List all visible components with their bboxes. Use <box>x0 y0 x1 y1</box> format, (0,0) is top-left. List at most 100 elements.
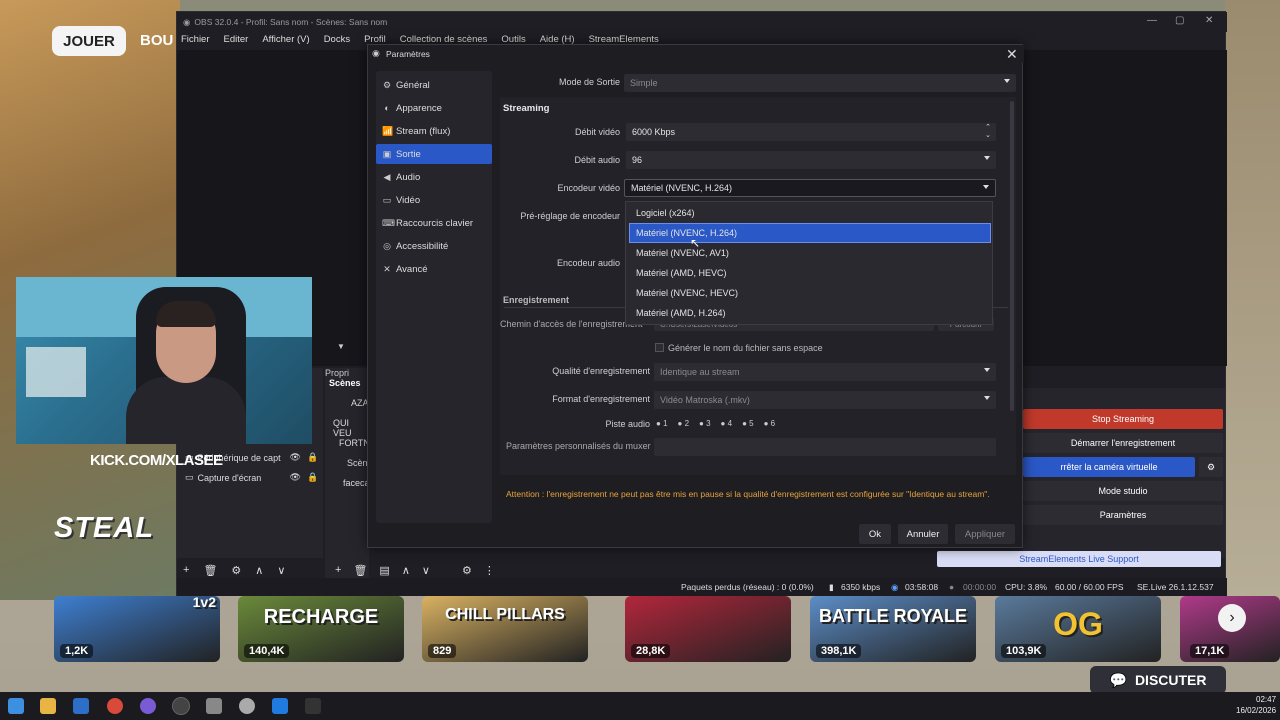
down-icon[interactable]: ∨ <box>422 564 430 577</box>
audio-bitrate-select[interactable]: 96 <box>626 151 996 169</box>
nav-video[interactable]: ▭ Vidéo <box>376 190 492 210</box>
game-tile[interactable]: BATTLE ROYALE 398,1K <box>810 596 976 662</box>
tile-title: OG <box>1053 606 1103 642</box>
play-button[interactable]: JOUER <box>52 26 126 56</box>
live-support-button[interactable]: StreamElements Live Support <box>937 551 1221 567</box>
menu-afficher[interactable]: Afficher (V) <box>262 34 309 48</box>
scene-item[interactable]: AZA <box>351 398 369 408</box>
scene-item[interactable]: FORTN <box>339 438 370 448</box>
scene-item[interactable]: faceca <box>343 478 370 488</box>
eye-icon[interactable]: 👁 <box>290 472 301 483</box>
maximize-icon[interactable]: ▢ <box>1175 15 1184 26</box>
shop-button[interactable]: BOU <box>140 32 173 49</box>
trash-icon[interactable]: 🗑 <box>353 564 367 577</box>
track-radio-4[interactable]: ● 4 <box>721 419 733 428</box>
menu-editer[interactable]: Editer <box>224 34 249 48</box>
add-icon[interactable]: + <box>183 564 189 577</box>
nav-appearance[interactable]: ◐ Apparence <box>376 98 492 118</box>
studio-mode-button[interactable]: Mode studio <box>1023 481 1223 501</box>
game-tile[interactable]: CHILL PILLARS 829 <box>422 596 588 662</box>
up-icon[interactable]: ∧ <box>402 564 410 577</box>
down-icon[interactable]: ∨ <box>277 564 285 577</box>
menu-fichier[interactable]: Fichier <box>181 34 210 48</box>
nav-hotkeys[interactable]: ⌨ Raccourcis clavier <box>376 213 492 233</box>
ok-button[interactable]: Ok <box>859 524 891 544</box>
settings-icon[interactable] <box>206 698 222 714</box>
track-radio-1[interactable]: ● 1 <box>656 419 668 428</box>
start-recording-button[interactable]: Démarrer l'enregistrement <box>1023 433 1223 453</box>
scrollbar[interactable] <box>1010 101 1014 411</box>
lock-icon[interactable]: 🔒 <box>307 452 318 463</box>
windows-start-icon[interactable] <box>8 698 24 714</box>
mouse-cursor-icon: ↖ <box>690 236 701 250</box>
nav-accessibility[interactable]: ◎ Accessibilité <box>376 236 492 256</box>
stop-streaming-button[interactable]: Stop Streaming <box>1023 409 1223 429</box>
file-explorer-icon[interactable] <box>40 698 56 714</box>
track-radio-6[interactable]: ● 6 <box>764 419 776 428</box>
collapse-arrow-icon[interactable]: ▼ <box>337 342 345 351</box>
eye-icon[interactable]: 👁 <box>290 452 301 463</box>
track-radio-5[interactable]: ● 5 <box>742 419 754 428</box>
video-bitrate-spinbox[interactable]: 6000 Kbps ⌃ ⌄ <box>626 123 996 141</box>
stream-icon: ◉ <box>891 582 899 592</box>
game-tile[interactable]: 28,8K <box>625 596 791 662</box>
scene-item[interactable]: Scèn <box>347 458 368 468</box>
cancel-button[interactable]: Annuler <box>898 524 948 544</box>
nav-output[interactable]: ▣ Sortie <box>376 144 492 164</box>
close-window-icon[interactable]: ✕ <box>1205 15 1213 26</box>
virtual-camera-gear-icon[interactable]: ⚙ <box>1199 457 1223 477</box>
output-icon: ▣ <box>382 148 392 159</box>
apply-button[interactable]: Appliquer <box>955 524 1015 544</box>
source-item[interactable]: ▭ Capture d'écran 👁 🔒 <box>185 472 318 483</box>
mixer-gear-icon[interactable]: ⚙ <box>462 564 472 577</box>
nav-stream[interactable]: 📶 Stream (flux) <box>376 121 492 141</box>
game-tile[interactable]: OG 103,9K <box>995 596 1161 662</box>
scene-item[interactable]: QUI VEU <box>333 418 369 438</box>
obs-alt-icon[interactable] <box>239 698 255 714</box>
recording-format-select[interactable]: Vidéo Matroska (.mkv) <box>654 391 996 409</box>
game-tile[interactable]: 1v2 1,2K <box>54 596 220 662</box>
epic-games-icon[interactable] <box>305 698 321 714</box>
nav-general[interactable]: ⚙ Général <box>376 75 492 95</box>
track-radio-2[interactable]: ● 2 <box>678 419 690 428</box>
encoder-option[interactable]: Logiciel (x264) <box>630 203 994 223</box>
spin-arrows-icon[interactable]: ⌃ ⌄ <box>985 124 991 140</box>
track-radio-3[interactable]: ● 3 <box>699 419 711 428</box>
add-icon[interactable]: + <box>335 564 341 577</box>
obs-window-title: OBS 32.0.4 - Profil: Sans nom - Scènes: … <box>194 17 388 27</box>
obs-taskbar-icon[interactable] <box>172 697 190 715</box>
nav-advanced[interactable]: ✕ Avancé <box>376 259 492 279</box>
muxer-input[interactable] <box>654 438 996 456</box>
recording-quality-select[interactable]: Identique au stream <box>654 363 996 381</box>
encoder-option[interactable]: Matériel (NVENC, HEVC) <box>630 283 994 303</box>
chat-button[interactable]: 💬 DISCUTER <box>1090 666 1226 694</box>
encoder-option[interactable]: Matériel (AMD, HEVC) <box>630 263 994 283</box>
minimize-icon[interactable]: — <box>1147 15 1157 26</box>
trash-icon[interactable]: 🗑 <box>203 564 217 577</box>
settings-button[interactable]: Paramètres <box>1023 505 1223 525</box>
lock-icon[interactable]: 🔒 <box>307 472 318 483</box>
encoder-option[interactable]: Matériel (AMD, H.264) <box>630 303 994 323</box>
virtual-camera-button[interactable]: rrêter la caméra virtuelle <box>1023 457 1195 477</box>
app-f-icon[interactable] <box>272 698 288 714</box>
nav-audio[interactable]: ◀ Audio <box>376 167 492 187</box>
encoder-option[interactable]: Matériel (NVENC, AV1) <box>630 243 994 263</box>
game-tile[interactable]: RECHARGE 140,4K <box>238 596 404 662</box>
close-icon[interactable]: ✕ <box>1006 46 1018 63</box>
video-encoder-select[interactable]: Matériel (NVENC, H.264) <box>624 179 996 197</box>
chrome-icon[interactable] <box>107 698 123 714</box>
gear-icon[interactable]: ⚙ <box>231 564 241 577</box>
no-space-checkbox[interactable] <box>655 343 664 352</box>
steal-text: STEAL <box>54 512 155 544</box>
mail-icon[interactable] <box>73 698 89 714</box>
up-icon[interactable]: ∧ <box>255 564 263 577</box>
next-arrow-icon[interactable]: › <box>1218 604 1246 632</box>
tab-properties[interactable]: Propri <box>325 368 371 384</box>
more-icon[interactable]: ⋮ <box>484 564 495 577</box>
output-mode-select[interactable]: Simple <box>624 74 1016 92</box>
encoder-option-selected[interactable]: Matériel (NVENC, H.264) <box>629 223 991 243</box>
filter-icon[interactable]: ▤ <box>379 564 389 577</box>
messenger-icon[interactable] <box>140 698 156 714</box>
menu-docks[interactable]: Docks <box>324 34 350 48</box>
obs-logo-icon: ◉ <box>183 16 191 27</box>
